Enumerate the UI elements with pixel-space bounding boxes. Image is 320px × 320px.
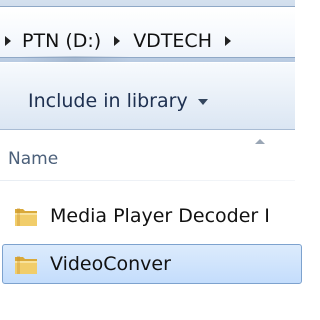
chevron-down-icon [197, 99, 208, 105]
breadcrumb-chevron-icon[interactable] [114, 36, 121, 46]
breadcrumb-item-drive[interactable]: PTN (D:) [21, 30, 102, 52]
folder-icon [15, 208, 37, 226]
column-header-row: Name [0, 131, 295, 181]
breadcrumb-chevron-icon[interactable] [5, 36, 11, 46]
list-item[interactable]: Media Player Decoder I [2, 196, 302, 236]
folder-icon [15, 256, 37, 274]
address-bar: PTN (D:) VDTECH [0, 0, 295, 62]
include-in-library-label: Include in library [28, 90, 188, 112]
sort-ascending-icon [255, 139, 265, 144]
file-name: Media Player Decoder I [50, 205, 270, 227]
command-toolbar: Include in library [0, 62, 295, 130]
header-divider [0, 180, 295, 181]
breadcrumb[interactable]: PTN (D:) VDTECH [0, 6, 295, 58]
include-in-library-button[interactable]: Include in library [28, 87, 208, 115]
list-item[interactable]: VideoConver [2, 244, 302, 284]
file-name: VideoConver [50, 253, 171, 275]
breadcrumb-item-folder[interactable]: VDTECH [132, 30, 213, 52]
breadcrumb-chevron-icon[interactable] [224, 36, 231, 46]
column-header-name[interactable]: Name [8, 149, 58, 169]
